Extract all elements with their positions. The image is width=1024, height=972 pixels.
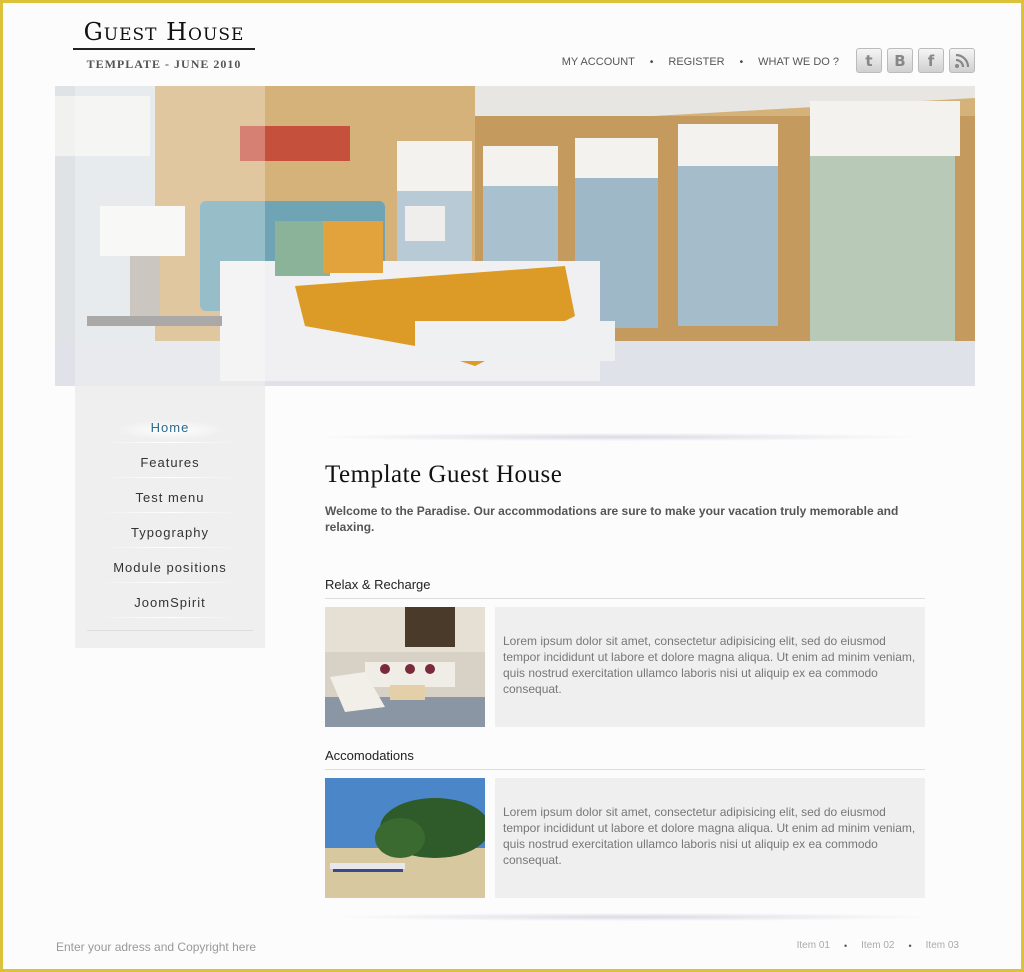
beach-image bbox=[325, 778, 485, 898]
footer-link-item-02[interactable]: Item 02 bbox=[861, 940, 894, 951]
twitter-icon[interactable]: t bbox=[856, 48, 882, 73]
footer-separator: • bbox=[908, 940, 912, 951]
sidebar-item-test-menu[interactable]: Test menu bbox=[75, 486, 265, 521]
nav-my-account[interactable]: My Account bbox=[562, 56, 635, 68]
section-relax: Relax & Recharge Lorem ipsum dolor sit a… bbox=[325, 577, 925, 727]
intro-text: Welcome to the Paradise. Our accommodati… bbox=[325, 504, 899, 534]
footer-links: Item 01 • Item 02 • Item 03 bbox=[797, 940, 959, 951]
logo[interactable]: Guest House Template - June 2010 bbox=[73, 17, 255, 72]
footer-separator: • bbox=[843, 940, 848, 951]
nav-separator: • bbox=[649, 56, 654, 68]
sidebar-item-module-positions[interactable]: Module positions bbox=[75, 556, 265, 591]
sidebar-divider bbox=[87, 630, 253, 631]
sidebar-item-home[interactable]: Home bbox=[75, 416, 265, 451]
nav-separator: • bbox=[739, 56, 744, 68]
logo-title: Guest House bbox=[73, 17, 255, 50]
section-title: Relax & Recharge bbox=[325, 577, 925, 599]
social-icons: t B f bbox=[856, 48, 975, 73]
section-text: Lorem ipsum dolor sit amet, consectetur … bbox=[495, 607, 925, 727]
hero-overlay bbox=[75, 86, 265, 386]
top-navigation: My Account • Register • What we do ? bbox=[562, 56, 839, 68]
section-text: Lorem ipsum dolor sit amet, consectetur … bbox=[495, 778, 925, 898]
bottom-divider bbox=[343, 913, 923, 921]
section-title: Accomodations bbox=[325, 748, 925, 770]
main-content: Template Guest House Welcome to the Para… bbox=[325, 461, 925, 535]
sidebar: Home Features Test menu Typography Modul… bbox=[75, 386, 265, 648]
sidebar-item-features[interactable]: Features bbox=[75, 451, 265, 486]
footer-link-item-01[interactable]: Item 01 bbox=[797, 940, 830, 951]
relax-image bbox=[325, 607, 485, 727]
sidebar-item-typography[interactable]: Typography bbox=[75, 521, 265, 556]
facebook-icon[interactable]: f bbox=[918, 48, 944, 73]
hero-image bbox=[55, 86, 975, 386]
footer-link-item-03[interactable]: Item 03 bbox=[926, 940, 959, 951]
section-accomodations: Accomodations Lorem ipsum dolor sit amet… bbox=[325, 748, 925, 898]
nav-what-we-do[interactable]: What we do ? bbox=[758, 56, 839, 68]
logo-subtitle: Template - June 2010 bbox=[86, 57, 242, 71]
blogger-icon[interactable]: B bbox=[887, 48, 913, 73]
sidebar-menu: Home Features Test menu Typography Modul… bbox=[75, 416, 265, 626]
sidebar-item-joomspirit[interactable]: JoomSpirit bbox=[75, 591, 265, 626]
top-divider bbox=[323, 433, 913, 441]
copyright-text: Enter your adress and Copyright here bbox=[56, 940, 257, 954]
rss-icon[interactable] bbox=[949, 48, 975, 73]
page-title: Template Guest House bbox=[325, 461, 563, 488]
nav-register[interactable]: Register bbox=[668, 56, 724, 68]
